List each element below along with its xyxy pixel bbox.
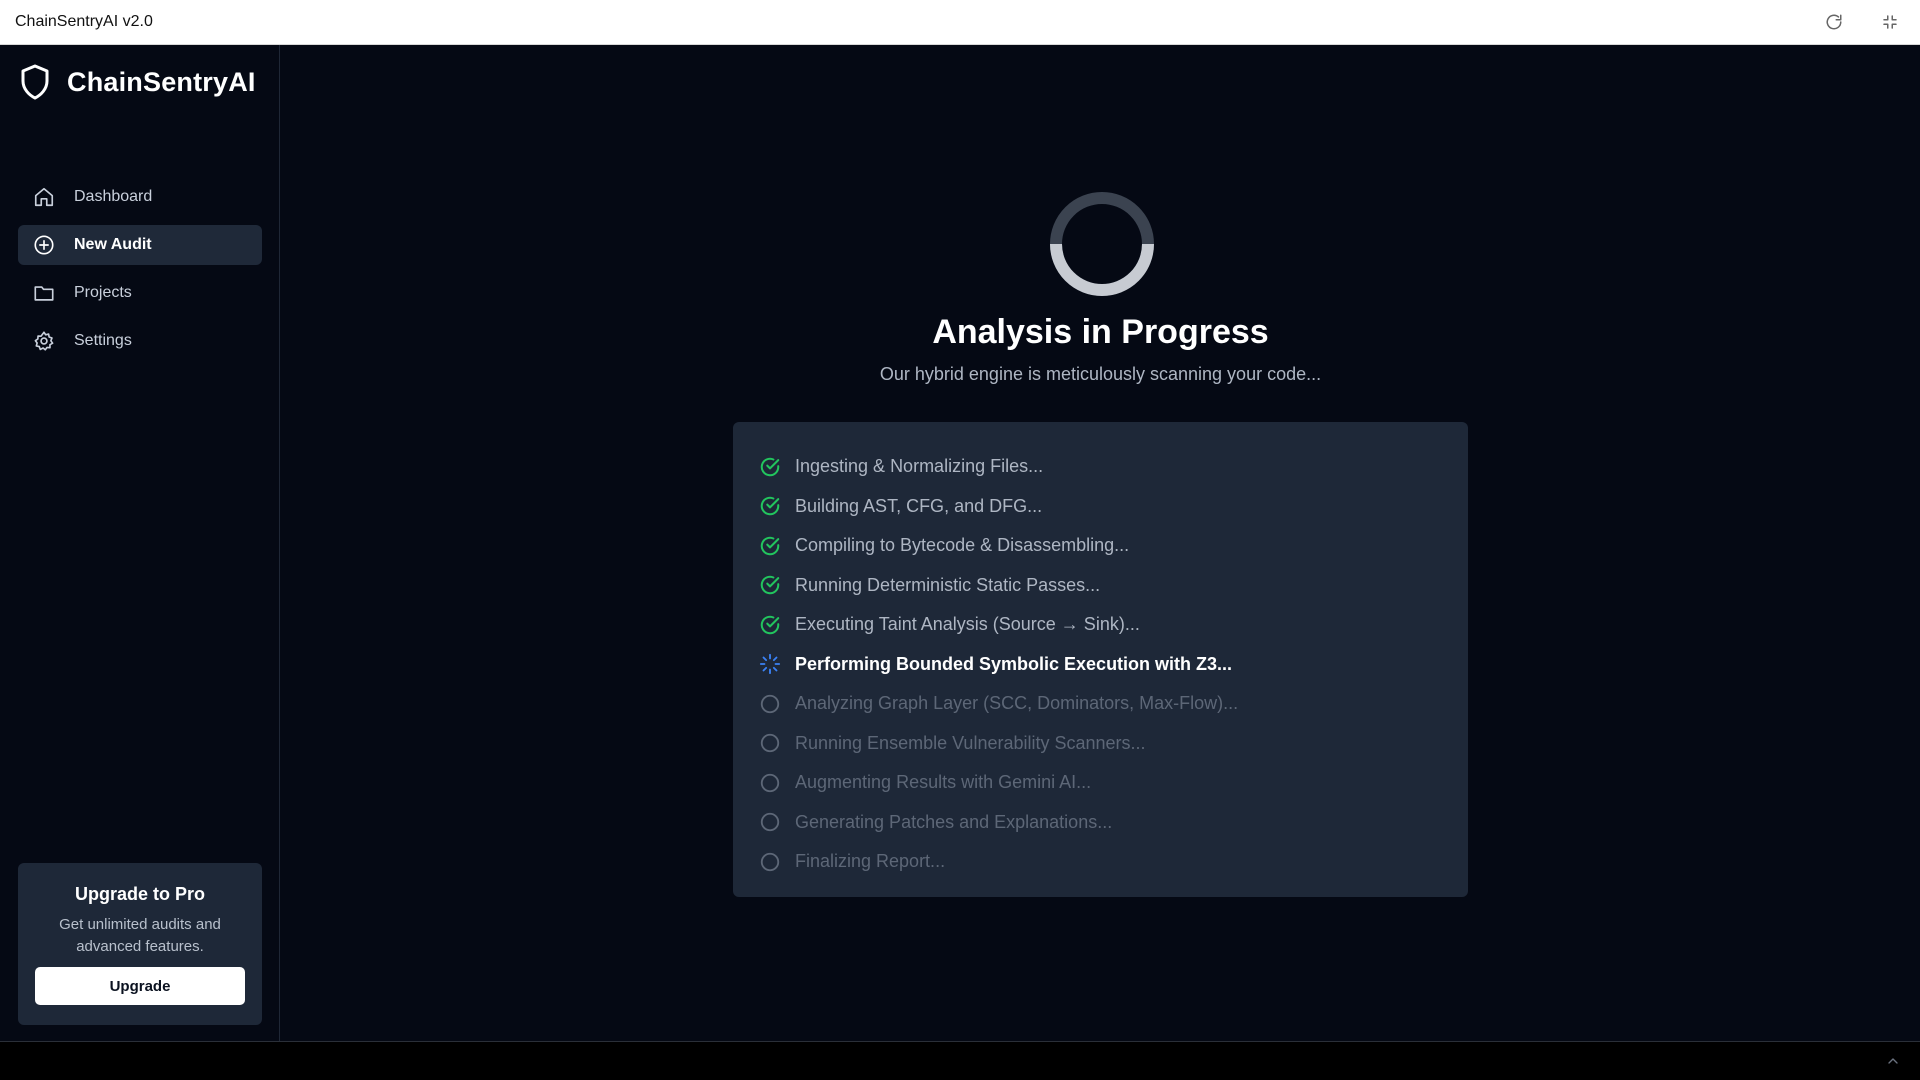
empty-circle-icon [759, 811, 781, 833]
window-title: ChainSentryAI v2.0 [15, 13, 153, 30]
plus-circle-icon [33, 234, 55, 256]
step-label: Executing Taint Analysis (Source → Sink)… [795, 614, 1140, 635]
sidebar: ChainSentryAI Dashboard New Audit Projec… [0, 45, 280, 1041]
step-ingesting: Ingesting & Normalizing Files... [759, 447, 1238, 487]
sidebar-item-new-audit[interactable]: New Audit [18, 225, 262, 265]
sidebar-item-label: Settings [74, 332, 132, 349]
sidebar-item-settings[interactable]: Settings [18, 321, 262, 361]
step-ensemble-scanners: Running Ensemble Vulnerability Scanners.… [759, 724, 1238, 764]
shield-icon [20, 64, 50, 100]
empty-circle-icon [759, 772, 781, 794]
step-finalizing-report: Finalizing Report... [759, 842, 1238, 882]
check-circle-icon [759, 574, 781, 596]
check-circle-icon [759, 495, 781, 517]
empty-circle-icon [759, 693, 781, 715]
step-building-ast: Building AST, CFG, and DFG... [759, 487, 1238, 527]
step-label: Ingesting & Normalizing Files... [795, 456, 1044, 477]
chevron-up-icon[interactable] [1885, 1053, 1901, 1069]
step-compiling: Compiling to Bytecode & Disassembling... [759, 526, 1238, 566]
step-generating-patches: Generating Patches and Explanations... [759, 803, 1238, 843]
exit-fullscreen-icon[interactable] [1879, 11, 1901, 33]
main-content: Analysis in Progress Our hybrid engine i… [281, 45, 1920, 1041]
upgrade-description: Get unlimited audits and advanced featur… [59, 916, 221, 955]
title-bar: ChainSentryAI v2.0 [0, 0, 1920, 45]
gear-icon [33, 330, 55, 352]
step-label: Generating Patches and Explanations... [795, 811, 1113, 832]
sidebar-nav: Dashboard New Audit Projects Settings [18, 177, 262, 369]
step-label: Analyzing Graph Layer (SCC, Dominators, … [795, 693, 1239, 714]
refresh-icon[interactable] [1823, 11, 1845, 33]
home-icon [33, 186, 55, 208]
sidebar-item-label: Projects [74, 284, 132, 301]
sidebar-item-label: New Audit [74, 236, 152, 253]
empty-circle-icon [759, 732, 781, 754]
step-taint-analysis: Executing Taint Analysis (Source → Sink)… [759, 605, 1238, 645]
step-static-passes: Running Deterministic Static Passes... [759, 566, 1238, 606]
upgrade-button[interactable]: Upgrade [35, 967, 245, 1005]
check-circle-icon [759, 456, 781, 478]
loader-icon [759, 653, 781, 675]
sidebar-item-dashboard[interactable]: Dashboard [18, 177, 262, 217]
empty-circle-icon [759, 851, 781, 873]
step-label: Augmenting Results with Gemini AI... [795, 772, 1092, 793]
analysis-steps-list: Ingesting & Normalizing Files... Buildin… [759, 447, 1238, 882]
step-label: Building AST, CFG, and DFG... [795, 495, 1043, 516]
brand-name: ChainSentryAI [67, 66, 256, 97]
brand[interactable]: ChainSentryAI [20, 64, 256, 100]
page-subtitle: Our hybrid engine is meticulously scanni… [879, 364, 1322, 384]
upgrade-title: Upgrade to Pro [74, 884, 205, 904]
upgrade-card: Upgrade to Pro Get unlimited audits and … [18, 863, 262, 1025]
folder-icon [33, 282, 55, 304]
step-label: Performing Bounded Symbolic Execution wi… [795, 653, 1233, 674]
check-circle-icon [759, 535, 781, 557]
loading-spinner [1048, 190, 1156, 298]
step-gemini-ai: Augmenting Results with Gemini AI... [759, 763, 1238, 803]
page-title: Analysis in Progress [932, 313, 1269, 351]
sidebar-item-label: Dashboard [74, 188, 153, 205]
check-circle-icon [759, 614, 781, 636]
step-label: Running Deterministic Static Passes... [795, 574, 1101, 595]
step-label: Finalizing Report... [795, 851, 946, 872]
step-label: Compiling to Bytecode & Disassembling... [795, 535, 1130, 556]
bottom-bar [0, 1041, 1920, 1080]
sidebar-item-projects[interactable]: Projects [18, 273, 262, 313]
step-symbolic-execution: Performing Bounded Symbolic Execution wi… [759, 645, 1238, 685]
step-label: Running Ensemble Vulnerability Scanners.… [795, 732, 1146, 753]
step-graph-layer: Analyzing Graph Layer (SCC, Dominators, … [759, 684, 1238, 724]
analysis-steps-panel: Ingesting & Normalizing Files... Buildin… [733, 422, 1468, 897]
